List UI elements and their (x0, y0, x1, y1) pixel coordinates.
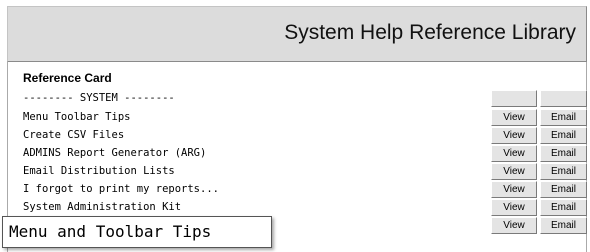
page-header: System Help Reference Library (7, 6, 587, 62)
view-button[interactable]: View (491, 145, 537, 162)
email-button[interactable]: Email (540, 163, 587, 180)
list-item-label: Create CSV Files (23, 129, 125, 141)
list-item-create-csv-files: Create CSV Files View Email (23, 127, 587, 144)
list-item-label: System Administration Kit (23, 201, 182, 213)
view-button[interactable]: View (491, 109, 537, 126)
list-item-forgot-to-print-reports: I forgot to print my reports... View Ema… (23, 181, 587, 198)
list-item-label: I forgot to print my reports... (23, 183, 219, 195)
view-button[interactable]: View (491, 181, 537, 198)
email-button[interactable]: Email (540, 109, 587, 126)
list-item-label: Email Distribution Lists (23, 165, 175, 177)
list-item-system-administration-kit: System Administration Kit View Email (23, 199, 587, 216)
list-item-menu-toolbar-tips: Menu Toolbar Tips View Email (23, 109, 587, 126)
section-label: -------- SYSTEM -------- (23, 92, 175, 104)
section-row-system: -------- SYSTEM -------- (23, 90, 587, 107)
email-button[interactable]: Email (540, 127, 587, 144)
section-blank-button[interactable] (491, 90, 537, 107)
email-button[interactable]: Email (540, 217, 587, 234)
page-title: System Help Reference Library (284, 21, 576, 44)
email-button[interactable]: Email (540, 199, 587, 216)
reference-card-title: Reference Card (23, 71, 112, 85)
view-button[interactable]: View (491, 127, 537, 144)
list-item-email-distribution-lists: Email Distribution Lists View Email (23, 163, 587, 180)
email-button[interactable]: Email (540, 181, 587, 198)
tooltip: Menu and Toolbar Tips (2, 216, 272, 248)
section-blank-button[interactable] (540, 90, 587, 107)
list-item-label: ADMINS Report Generator (ARG) (23, 147, 207, 159)
view-button[interactable]: View (491, 217, 537, 234)
view-button[interactable]: View (491, 199, 537, 216)
view-button[interactable]: View (491, 163, 537, 180)
list-item-label: Menu Toolbar Tips (23, 111, 131, 123)
list-item-admins-report-generator: ADMINS Report Generator (ARG) View Email (23, 145, 587, 162)
email-button[interactable]: Email (540, 145, 587, 162)
